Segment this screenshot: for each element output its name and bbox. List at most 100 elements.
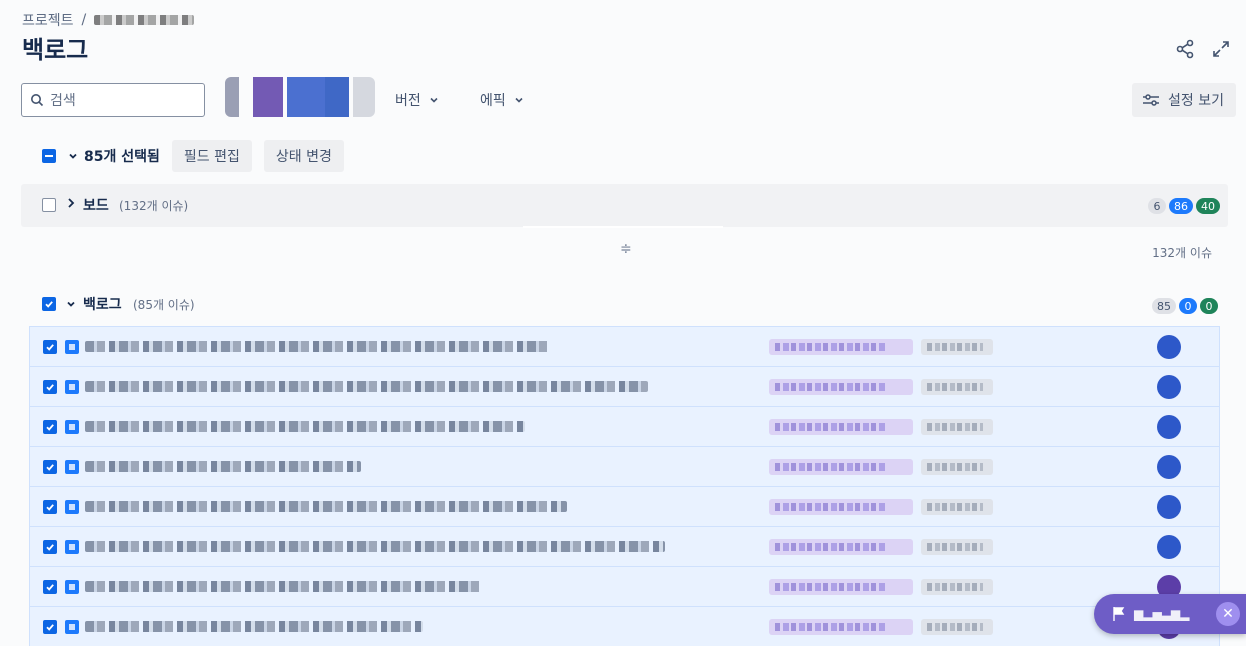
issue-summary[interactable] [85,581,483,592]
issue-row[interactable] [30,447,1219,487]
issue-version-lozenge[interactable] [921,339,993,355]
floating-assistant-pill[interactable]: ▆▂▅▃▆▂ ✕ [1094,594,1246,634]
header-actions [1174,38,1232,60]
search-placeholder: 검색 [50,93,76,109]
issue-summary[interactable] [85,501,567,512]
issue-version-lozenge[interactable] [921,419,993,435]
assignee-avatar[interactable] [1157,415,1181,439]
issue-epic-lozenge[interactable] [769,419,913,435]
issue-summary[interactable] [85,341,550,352]
view-settings-button[interactable]: 설정 보기 [1132,83,1236,117]
issue-epic-lozenge[interactable] [769,579,913,595]
chevron-down-icon [430,97,438,103]
issue-epic-lozenge[interactable] [769,499,913,515]
issue-epic-lozenge[interactable] [769,379,913,395]
issue-summary[interactable] [85,421,525,432]
issue-checkbox[interactable] [43,420,57,434]
board-section-title: 보드 [83,198,109,214]
check-icon [46,424,54,431]
issue-row[interactable] [30,527,1219,567]
breadcrumb-project-link[interactable] [94,15,195,25]
issue-summary[interactable] [85,541,665,552]
expand-icon[interactable] [1210,38,1232,60]
issue-summary[interactable] [85,621,423,632]
done-badge: 40 [1196,198,1220,214]
issue-row[interactable] [30,327,1219,367]
epic-filter-label: 에픽 [480,93,506,109]
issue-checkbox[interactable] [43,460,57,474]
issue-version-lozenge[interactable] [921,379,993,395]
issue-type-icon [65,620,79,634]
issue-list [29,326,1220,646]
floating-pill-text: ▆▂▅▃▆▂ [1134,607,1190,621]
version-filter-label: 버전 [395,93,421,109]
backlog-section-header[interactable]: 백로그 (85개 이슈) 85 0 0 [42,290,1222,318]
issue-version-lozenge[interactable] [921,499,993,515]
issue-version-lozenge[interactable] [921,619,993,635]
issue-epic-lozenge[interactable] [769,539,913,555]
issue-type-icon [65,500,79,514]
chevron-down-icon[interactable] [68,151,78,161]
backlog-status-badges: 85 0 0 [1152,298,1218,314]
issue-row[interactable] [30,367,1219,407]
breadcrumb-projects-link[interactable]: 프로젝트 [22,10,74,30]
check-icon [46,384,54,391]
issue-summary[interactable] [85,461,361,472]
issue-epic-lozenge[interactable] [769,619,913,635]
issue-checkbox[interactable] [43,380,57,394]
issue-version-lozenge[interactable] [921,539,993,555]
issue-row[interactable] [30,407,1219,447]
backlog-section-title: 백로그 [83,297,122,313]
issue-row[interactable] [30,487,1219,527]
chevron-right-icon[interactable] [66,197,76,209]
drag-handle-icon[interactable]: ≑ [620,241,632,257]
issue-checkbox[interactable] [43,580,57,594]
issue-type-icon [65,580,79,594]
selected-count: 85개 선택됨 [84,149,160,165]
issue-checkbox[interactable] [43,340,57,354]
page-title: 백로그 [22,36,89,64]
close-icon[interactable]: ✕ [1216,602,1240,626]
check-icon [46,544,54,551]
issue-summary[interactable] [85,381,648,392]
assignee-avatar[interactable] [1157,335,1181,359]
done-badge: 0 [1200,298,1218,314]
issue-type-icon [65,340,79,354]
backlog-section-count: (85개 이슈) [133,298,195,312]
avatar-group[interactable] [225,77,375,117]
assignee-avatar[interactable] [1157,375,1181,399]
backlog-section-checkbox[interactable] [42,297,56,311]
issue-checkbox[interactable] [43,500,57,514]
assignee-avatar[interactable] [1157,495,1181,519]
search-input[interactable]: 검색 [21,83,205,117]
share-icon[interactable] [1174,38,1196,60]
board-section-count: (132개 이슈) [119,199,189,213]
issue-version-lozenge[interactable] [921,459,993,475]
issue-type-icon [65,380,79,394]
check-icon [46,464,54,471]
in-progress-badge: 0 [1179,298,1197,314]
issue-checkbox[interactable] [43,620,57,634]
version-filter[interactable]: 버전 [395,90,439,110]
assignee-avatar[interactable] [1157,455,1181,479]
issue-type-icon [65,540,79,554]
epic-filter[interactable]: 에픽 [480,90,524,110]
flag-icon [1113,607,1125,621]
select-all-checkbox[interactable] [42,149,56,163]
issue-row[interactable] [30,567,1219,607]
breadcrumb-separator: / [81,12,87,28]
issue-type-icon [65,460,79,474]
section-divider [523,226,723,228]
chevron-down-icon[interactable] [66,299,76,309]
backlog-toolbar: 검색 버전 에픽 설정 보기 [21,77,1236,117]
change-status-button[interactable]: 상태 변경 [263,140,344,172]
edit-fields-button[interactable]: 필드 편집 [171,140,252,172]
board-section-header[interactable]: 보드 (132개 이슈) 6 86 40 [21,184,1228,227]
issue-version-lozenge[interactable] [921,579,993,595]
assignee-avatar[interactable] [1157,535,1181,559]
board-section-checkbox[interactable] [42,198,56,212]
issue-epic-lozenge[interactable] [769,339,913,355]
issue-row[interactable] [30,607,1219,646]
issue-epic-lozenge[interactable] [769,459,913,475]
issue-checkbox[interactable] [43,540,57,554]
